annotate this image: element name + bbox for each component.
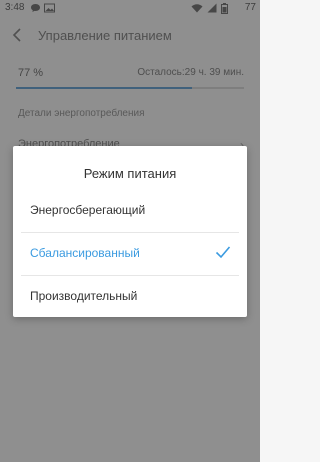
option-label: Производительный	[30, 289, 138, 303]
checkmark-icon	[215, 245, 231, 264]
option-power-saving[interactable]: Энергосберегающий	[13, 190, 247, 232]
option-label: Энергосберегающий	[30, 203, 146, 217]
option-performance[interactable]: Производительный	[13, 276, 247, 318]
option-balanced[interactable]: Сбалансированный	[13, 233, 247, 275]
dialog-title: Режим питания	[83, 166, 177, 181]
option-label: Сбалансированный	[30, 246, 140, 260]
power-mode-dialog: Режим питания Энергосберегающий Сбаланси…	[13, 146, 247, 317]
